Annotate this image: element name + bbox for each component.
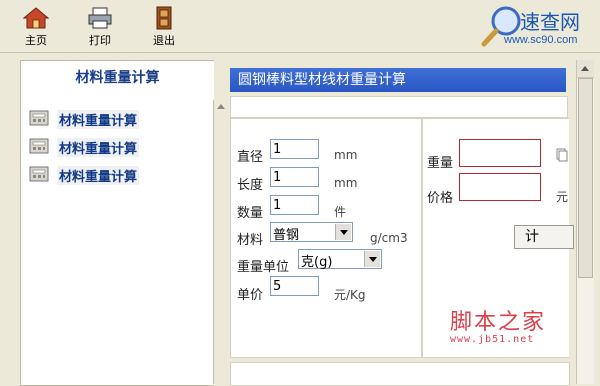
exit-door-icon [156,6,172,30]
sidebar-item-material-weight-2[interactable]: 材料重量计算 [29,137,209,157]
chevron-down-icon[interactable] [335,224,351,240]
unit-price-unit: 元/Kg [334,288,366,302]
calculate-button[interactable]: 计 算 [514,225,574,249]
home-icon [23,7,49,29]
quantity-unit: 件 [334,205,347,219]
unit-price-label: 单价 [237,288,264,303]
material-select[interactable]: 普钢 [270,222,353,243]
quantity-input[interactable] [270,195,319,215]
top-strip [230,96,568,118]
material-density-unit: g/cm3 [370,231,408,245]
panel-splitter-scrollbar[interactable] [213,100,228,384]
printer-icon [88,7,112,29]
sidebar-panel: 材料重量计算 材料重量计算 材料重量计算 材料重量计算 [20,60,214,386]
print-label: 打印 [89,34,111,47]
sidebar-item-material-weight-3[interactable]: 材料重量计算 [29,165,209,185]
weight-output-label: 重量 [427,156,454,171]
scrollbar-thumb[interactable] [578,78,593,278]
print-button[interactable]: 打印 [76,2,124,50]
length-label: 长度 [237,178,264,193]
material-selected-value: 普钢 [273,228,300,243]
sidebar-item-label: 材料重量计算 [57,166,140,185]
price-unit: 元 [556,190,569,204]
scroll-up-arrow-icon[interactable] [217,104,225,109]
sidebar-item-material-weight-1[interactable]: 材料重量计算 [29,109,209,129]
page-title: 圆钢棒料型材线材重量计算 [230,68,566,92]
exit-button[interactable]: 退出 [140,2,188,50]
sidebar-item-label: 材料重量计算 [57,110,140,129]
length-unit: mm [334,176,358,190]
weight-unit-select[interactable]: 克(g) [298,249,382,270]
watermark-cn: 脚本之家 [450,310,547,335]
vertical-scrollbar[interactable] [576,60,594,384]
copy-icon[interactable] [556,148,568,162]
calculator-icon [29,110,49,126]
site-logo: 速查网 www.sc90.com [480,4,598,50]
chevron-down-icon[interactable] [364,251,380,267]
bottom-strip [230,362,570,386]
logo-url: www.sc90.com [504,34,578,46]
home-label: 主页 [25,34,47,47]
unit-price-input[interactable] [270,276,319,296]
home-button[interactable]: 主页 [12,2,60,50]
weight-output-field[interactable] [459,139,541,167]
calculator-icon [29,166,49,182]
watermark-url: www.jb51.net [450,334,535,345]
sidebar-title: 材料重量计算 [75,70,160,86]
price-output-field[interactable] [459,173,541,201]
logo-brand: 速查网 [520,10,580,34]
length-input[interactable] [270,167,319,187]
quantity-label: 数量 [237,206,264,221]
diameter-unit: mm [334,148,358,162]
diameter-input[interactable] [270,139,319,159]
weight-unit-selected-value: 克(g) [301,255,333,270]
sidebar-item-label: 材料重量计算 [57,138,140,157]
material-label: 材料 [237,233,264,248]
calculator-icon [29,138,49,154]
scroll-up-arrow-icon[interactable] [577,60,594,78]
exit-label: 退出 [153,34,175,47]
watermark: 脚本之家 www.jb51.net [446,304,576,350]
price-output-label: 价格 [427,191,454,206]
weight-unit-label: 重量单位 [237,260,290,275]
diameter-label: 直径 [237,150,264,165]
